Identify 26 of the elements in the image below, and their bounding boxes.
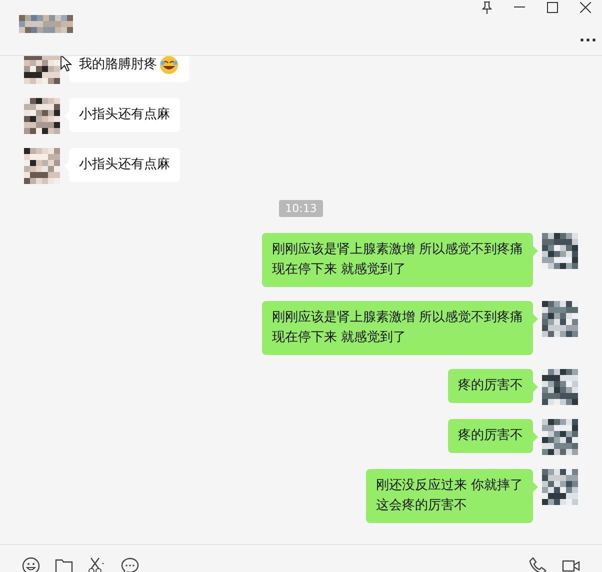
avatar[interactable] bbox=[542, 469, 578, 505]
chat-icon[interactable] bbox=[121, 557, 139, 572]
title-mosaic bbox=[19, 15, 73, 33]
message-text: 我的胳膊肘疼 bbox=[79, 56, 157, 74]
message-text: 刚还没反应过来 你就摔了 bbox=[376, 477, 523, 495]
emoji-icon[interactable] bbox=[22, 557, 40, 572]
avatar[interactable] bbox=[542, 369, 578, 405]
message-text: 刚刚应该是肾上腺素激增 所以感觉不到疼痛 bbox=[272, 309, 523, 327]
avatar[interactable] bbox=[24, 98, 60, 134]
folder-icon[interactable] bbox=[55, 557, 73, 572]
avatar[interactable] bbox=[542, 419, 578, 455]
avatar[interactable] bbox=[542, 233, 578, 269]
message-text: 这会疼的厉害不 bbox=[376, 497, 467, 515]
message-text: 小指头还有点麻 bbox=[79, 106, 170, 124]
message-text: 小指头还有点麻 bbox=[79, 156, 170, 174]
message-text: 现在停下来 就感觉到了 bbox=[272, 329, 406, 347]
avatar[interactable] bbox=[24, 56, 60, 84]
scissors-icon[interactable] bbox=[88, 557, 106, 572]
message-text: 疼的厉害不 bbox=[458, 427, 523, 445]
avatar[interactable] bbox=[542, 301, 578, 337]
phone-icon[interactable] bbox=[529, 557, 547, 572]
timestamp: 10:13 bbox=[279, 200, 323, 217]
message-text: 疼的厉害不 bbox=[458, 377, 523, 395]
avatar[interactable] bbox=[24, 148, 60, 184]
message-text: 现在停下来 就感觉到了 bbox=[272, 261, 406, 279]
message-text: 刚刚应该是肾上腺素激增 所以感觉不到疼痛 bbox=[272, 241, 523, 259]
